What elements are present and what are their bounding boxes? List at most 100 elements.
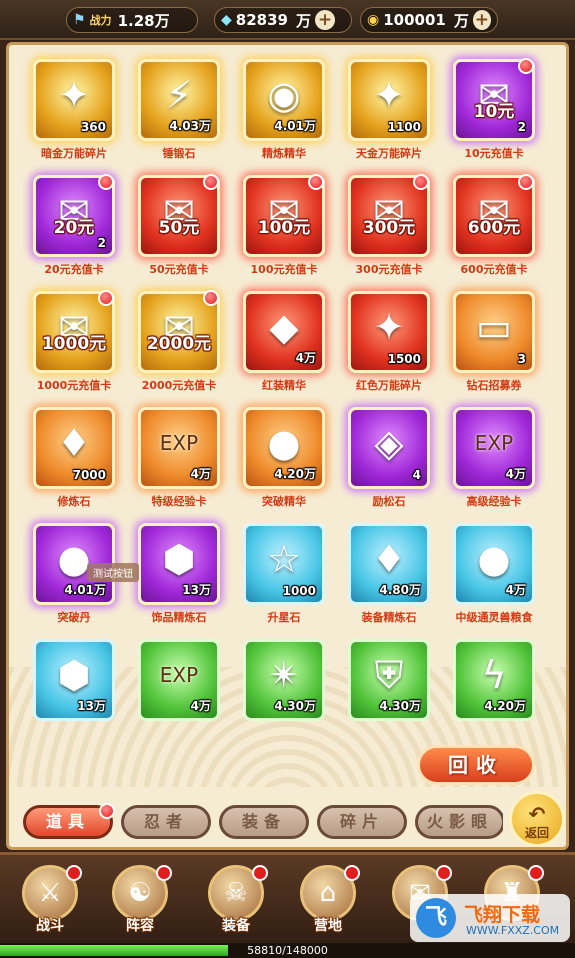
bag-item[interactable]: ϟ 4.20万 [449, 637, 539, 747]
coins-add-button[interactable]: + [472, 10, 491, 30]
item-count: 2 [97, 236, 106, 250]
back-label: 返回 [524, 826, 549, 840]
item-frame[interactable]: ⬢ 13万 [33, 639, 115, 721]
item-frame[interactable]: EXP 4万 [453, 407, 535, 489]
back-button[interactable]: ↶ 返回 [509, 791, 565, 847]
power-label: 战力 [89, 14, 112, 27]
bag-item[interactable]: ✉ 600元 600元充值卡 [449, 173, 539, 283]
amber-gem-icon: ⬢ [162, 537, 196, 581]
item-frame[interactable]: ♦ 7000 [33, 407, 115, 489]
puzzle-icon: ✦ [58, 73, 90, 117]
bag-item[interactable]: EXP 4万高级经验卡 [449, 405, 539, 515]
item-frame[interactable]: ✉ 2000元 [138, 290, 220, 373]
bag-item[interactable]: ● 4.20万 突破精华 [239, 405, 329, 515]
item-count: 1500 [387, 352, 421, 366]
bag-item[interactable]: ⬢ 13万 饰品精炼石 [134, 521, 224, 631]
bag-item[interactable]: ◉ 4.01万 精炼精华 [239, 57, 329, 167]
item-frame[interactable]: ✴ 4.30万 [243, 639, 325, 721]
item-frame[interactable]: EXP 4万 [138, 639, 220, 721]
tab-fragments[interactable]: 碎片 [317, 805, 407, 839]
bag-item[interactable]: ☆ 1000 升星石 [239, 521, 329, 631]
item-frame[interactable]: ✉ 20元 2 [33, 174, 115, 257]
bag-item[interactable]: ⛨ 4.30万 [344, 637, 434, 747]
item-count: 4.20万 [484, 699, 526, 713]
notification-dot [308, 174, 324, 190]
item-count: 4.03万 [169, 119, 211, 133]
item-frame[interactable]: ◆ 4万 [243, 291, 325, 373]
bag-item[interactable]: ✦ 1100 天金万能碎片 [344, 57, 434, 167]
bag-item[interactable]: ▭ 3 钻石招募券 [449, 289, 539, 399]
nav-item[interactable]: ☯ 阵容 [100, 865, 180, 945]
tab-equipment[interactable]: 装备 [219, 805, 309, 839]
gems-add-button[interactable]: + [314, 10, 335, 30]
item-frame[interactable]: ◈ 4 [348, 407, 430, 489]
nav-label: 装备 [222, 918, 250, 934]
item-frame[interactable]: ✉ 300元 [348, 174, 430, 257]
item-frame[interactable]: ✦ 1500 [348, 291, 430, 373]
exp-text: 58810/148000 [247, 944, 328, 957]
bag-item[interactable]: ⬢ 13万 [29, 637, 119, 747]
item-name: 20元充值卡 [44, 263, 104, 276]
bag-item[interactable]: ⚡ 4.03万 锤锻石 [134, 57, 224, 167]
item-frame[interactable]: ✉ 100元 [243, 174, 325, 257]
item-frame[interactable]: ✉ 1000元 [33, 290, 115, 373]
bag-item[interactable]: ✴ 4.30万 [239, 637, 329, 747]
item-frame[interactable]: ☆ 1000 [243, 523, 325, 605]
bag-item[interactable]: EXP 4万 [134, 637, 224, 747]
item-price: 50元 [158, 218, 200, 238]
bag-item[interactable]: ✉ 50元 50元充值卡 [134, 173, 224, 283]
bag-item[interactable]: ● 4万 中级通灵兽粮食 [449, 521, 539, 631]
item-frame[interactable]: ● 4.20万 [243, 407, 325, 489]
tab-ninjas[interactable]: 忍者 [121, 805, 211, 839]
bag-item[interactable]: ✦ 1500 红色万能碎片 [344, 289, 434, 399]
item-frame[interactable]: ϟ 4.20万 [453, 639, 535, 721]
tab-hokage-eye[interactable]: 火影眼 [415, 805, 503, 839]
bag-item[interactable]: ♦ 7000 修炼石 [29, 405, 119, 515]
item-frame[interactable]: ✦ 360 [33, 59, 115, 141]
item-name: 300元充值卡 [355, 263, 423, 276]
bag-item[interactable]: ✉ 2000元 2000元充值卡 [134, 289, 224, 399]
test-button-tooltip[interactable]: 测试按钮 [87, 563, 139, 582]
notification-dot [203, 290, 219, 306]
bag-item[interactable]: ✉ 10元 2 10元充值卡 [449, 57, 539, 167]
swirl-gem-icon: ◈ [374, 421, 404, 465]
item-count: 13万 [77, 699, 106, 713]
bag-item[interactable]: ◆ 4万红装精华 [239, 289, 329, 399]
item-frame[interactable]: ✦ 1100 [348, 59, 430, 141]
item-count: 4.20万 [274, 467, 316, 481]
item-frame[interactable]: ● 4万 [453, 523, 535, 605]
bag-item[interactable]: ✉ 100元 100元充值卡 [239, 173, 329, 283]
notification-dot [528, 865, 544, 881]
bag-item[interactable]: ✦ 360 暗金万能碎片 [29, 57, 119, 167]
item-name: 红装精华 [262, 379, 306, 392]
yellow-orb-icon: ● [477, 537, 511, 581]
bag-item[interactable]: EXP 4万 特级经验卡 [134, 405, 224, 515]
item-name: 10元充值卡 [464, 147, 524, 160]
item-frame[interactable]: ⬢ 13万 [138, 523, 220, 605]
item-frame[interactable]: ◉ 4.01万 [243, 59, 325, 141]
nav-item[interactable]: ☠ 装备 [196, 865, 276, 945]
bag-item[interactable]: ♦ 4.80万 装备精炼石 [344, 521, 434, 631]
item-frame[interactable]: ♦ 4.80万 [348, 523, 430, 605]
item-frame[interactable]: ✉ 50元 [138, 174, 220, 257]
nav-item[interactable]: ⌂ 营地 [288, 865, 368, 945]
item-price: 2000元 [146, 334, 212, 354]
item-frame[interactable]: ✉ 10元 2 [453, 58, 535, 141]
item-count: 2 [517, 120, 526, 134]
item-count: 4.80万 [379, 583, 421, 597]
notification-dot [518, 58, 534, 74]
item-name: 高级经验卡 [466, 495, 522, 508]
item-frame[interactable]: ⚡ 4.03万 [138, 59, 220, 141]
item-frame[interactable]: ▭ 3 [453, 291, 535, 373]
bag-item[interactable]: ✉ 1000元 1000元充值卡 [29, 289, 119, 399]
nav-item[interactable]: ⚔ 战斗 [10, 865, 90, 945]
bag-panel: ✦ 360 暗金万能碎片 ⚡ 4.03万 锤锻石 ◉ 4.01万 精炼精华 ✦ 1100 天金万能碎片… [6, 42, 569, 850]
bag-item[interactable]: ✉ 300元 300元充值卡 [344, 173, 434, 283]
item-count: 360 [80, 120, 106, 134]
bag-item[interactable]: ◈ 4 励松石 [344, 405, 434, 515]
item-frame[interactable]: EXP 4万 [138, 407, 220, 489]
bag-item[interactable]: ✉ 20元 2 20元充值卡 [29, 173, 119, 283]
item-frame[interactable]: ✉ 600元 [453, 174, 535, 257]
item-frame[interactable]: ⛨ 4.30万 [348, 639, 430, 721]
recycle-button[interactable]: 回收 [417, 745, 535, 785]
